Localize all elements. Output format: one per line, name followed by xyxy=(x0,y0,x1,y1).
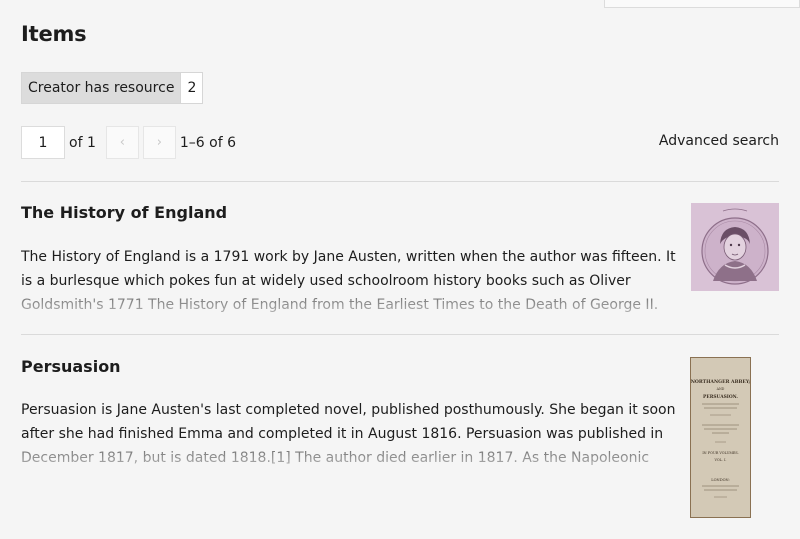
book-line: NORTHANGER ABBEY; xyxy=(691,379,751,385)
items-page: Items Creator has resource 2 of 1 ‹ › 1–… xyxy=(0,0,800,539)
item-title[interactable]: The History of England xyxy=(21,203,779,223)
book-line: VOL. I. xyxy=(714,458,727,462)
previous-page-button[interactable]: ‹ xyxy=(105,126,139,159)
list-item: Persuasion Persuasion is Jane Austen's l… xyxy=(21,357,779,518)
item-description: The History of England is a 1791 work by… xyxy=(21,245,677,317)
book-line: AND xyxy=(716,387,725,391)
active-filter: Creator has resource 2 xyxy=(21,72,204,104)
advanced-search-link[interactable]: Advanced search xyxy=(659,133,779,149)
book-line: PERSUASION. xyxy=(703,395,738,400)
divider xyxy=(21,181,779,182)
book-line: LONDON: xyxy=(711,478,730,482)
page-total: of 1 xyxy=(69,134,96,151)
page-title: Items xyxy=(21,22,87,46)
page-number-input[interactable] xyxy=(21,126,65,159)
item-thumbnail[interactable] xyxy=(691,203,779,291)
results-range: 1–6 of 6 xyxy=(179,134,236,151)
chevron-right-icon: › xyxy=(156,135,162,150)
portrait-image xyxy=(691,203,779,291)
global-search-box[interactable] xyxy=(604,0,800,8)
item-description: Persuasion is Jane Austen's last complet… xyxy=(21,398,677,470)
pagination: of 1 ‹ › 1–6 of 6 xyxy=(21,126,236,159)
item-thumbnail[interactable]: NORTHANGER ABBEY; AND PERSUASION. IN FOU… xyxy=(690,357,751,518)
filter-value: 2 xyxy=(180,73,203,103)
filter-label: Creator has resource xyxy=(22,73,181,103)
chevron-left-icon: ‹ xyxy=(119,135,125,150)
list-item: The History of England The History of En… xyxy=(21,203,779,317)
book-title-page-image: NORTHANGER ABBEY; AND PERSUASION. IN FOU… xyxy=(690,357,751,518)
next-page-button[interactable]: › xyxy=(142,126,176,159)
divider xyxy=(21,334,779,335)
item-title[interactable]: Persuasion xyxy=(21,357,779,377)
book-line: IN FOUR VOLUMES. xyxy=(702,451,738,455)
